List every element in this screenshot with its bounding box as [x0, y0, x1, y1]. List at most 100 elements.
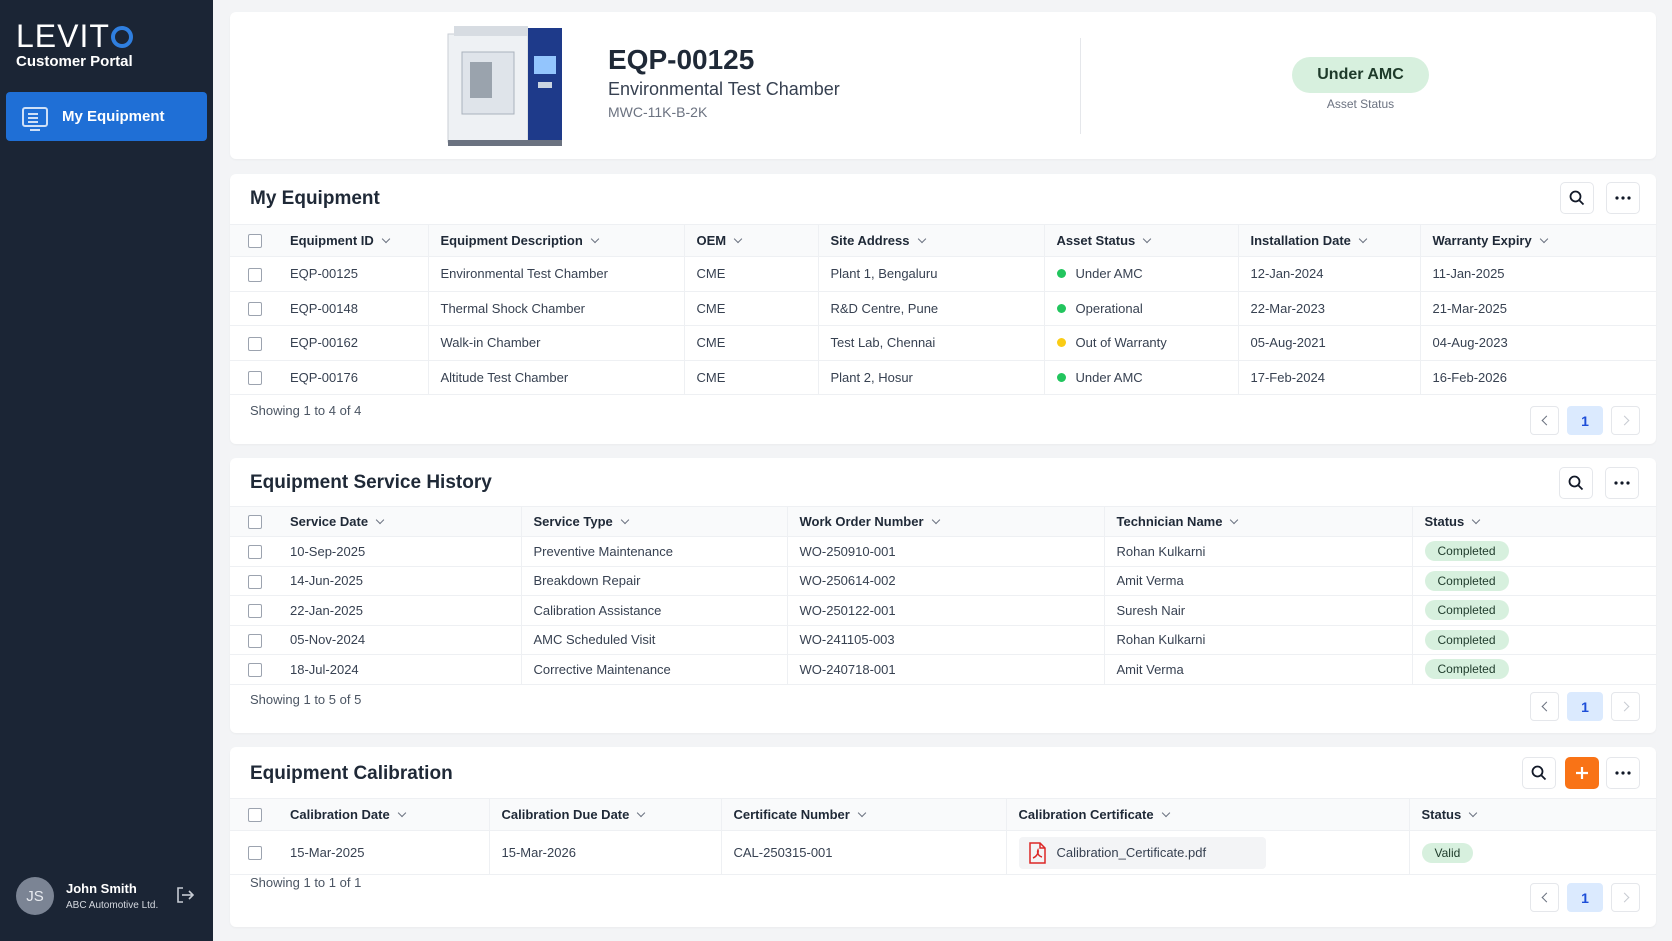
user-name: John Smith [66, 881, 137, 896]
prev-page-button[interactable] [1530, 883, 1559, 912]
column-header[interactable]: Status [1408, 798, 1656, 831]
table-row[interactable]: EQP-00162 Walk-in Chamber CME Test Lab, … [230, 325, 1656, 361]
table-row[interactable]: 15-Mar-2025 15-Mar-2026 CAL-250315-001 C… [230, 830, 1656, 875]
status-dot [1056, 338, 1066, 348]
column-header[interactable]: Calibration Certificate [1005, 798, 1409, 831]
column-header[interactable]: Equipment ID [278, 224, 428, 257]
select-all-checkbox[interactable] [230, 224, 278, 257]
cell-status: Completed [1411, 536, 1656, 567]
search-icon [1531, 765, 1547, 781]
my-equipment-card: My Equipment Equipment ID Equipment Desc… [230, 174, 1656, 444]
column-header[interactable]: Certificate Number [720, 798, 1006, 831]
search-button[interactable] [1522, 757, 1556, 789]
cell-service-date: 18-Jul-2024 [278, 654, 521, 685]
certificate-file-link[interactable]: Calibration_Certificate.pdf [1018, 836, 1267, 869]
column-header[interactable]: OEM [683, 224, 818, 257]
brand-subtitle: Customer Portal [16, 53, 133, 70]
select-all-checkbox[interactable] [230, 506, 278, 537]
row-checkbox[interactable] [230, 830, 278, 875]
column-header[interactable]: Service Type [520, 506, 787, 537]
user-profile[interactable]: JS John Smith ABC Automotive Ltd. [16, 877, 158, 915]
cell-technician: Rohan Kulkarni [1103, 625, 1412, 655]
cell-work-order: WO-240718-001 [786, 654, 1104, 685]
pagination-summary: Showing 1 to 1 of 1 [250, 875, 362, 890]
cell-technician: Suresh Nair [1103, 595, 1412, 626]
pdf-icon [1028, 841, 1046, 864]
next-page-button[interactable] [1611, 883, 1640, 912]
more-options-button[interactable] [1605, 467, 1639, 499]
add-calibration-button[interactable] [1565, 757, 1599, 789]
row-checkbox[interactable] [230, 595, 278, 626]
section-title: My Equipment [250, 188, 380, 209]
nav-item-my-equipment[interactable]: My Equipment [6, 92, 207, 141]
chevron-right-icon [1619, 892, 1629, 903]
cell-service-date: 22-Jan-2025 [278, 595, 521, 626]
row-checkbox[interactable] [230, 625, 278, 655]
search-button[interactable] [1560, 182, 1594, 214]
page-button[interactable]: 1 [1567, 406, 1603, 435]
page-button[interactable]: 1 [1567, 692, 1603, 721]
user-org: ABC Automotive Ltd. [66, 900, 159, 911]
logout-icon[interactable] [176, 887, 194, 903]
cell-technician: Amit Verma [1103, 566, 1412, 596]
column-header[interactable]: Service Date [278, 506, 521, 537]
cell-description: Altitude Test Chamber [427, 360, 684, 395]
cell-calibration-date: 15-Mar-2025 [278, 830, 489, 875]
chevron-left-icon [1541, 415, 1551, 426]
table-row[interactable]: EQP-00125 Environmental Test Chamber CME… [230, 256, 1656, 292]
prev-page-button[interactable] [1530, 692, 1559, 721]
column-header[interactable]: Site Address [817, 224, 1044, 257]
row-checkbox[interactable] [230, 536, 278, 567]
column-header[interactable]: Warranty Expiry [1419, 224, 1656, 257]
cell-status: Completed [1411, 566, 1656, 596]
select-all-checkbox[interactable] [230, 798, 278, 831]
cell-work-order: WO-250122-001 [786, 595, 1104, 626]
column-header[interactable]: Asset Status [1043, 224, 1238, 257]
more-options-button[interactable] [1606, 757, 1640, 789]
page-button[interactable]: 1 [1567, 883, 1603, 912]
cell-status: Completed [1411, 625, 1656, 655]
table-row[interactable]: 05-Nov-2024 AMC Scheduled Visit WO-24110… [230, 625, 1656, 655]
table-row[interactable]: 22-Jan-2025 Calibration Assistance WO-25… [230, 595, 1656, 626]
table-row[interactable]: 18-Jul-2024 Corrective Maintenance WO-24… [230, 654, 1656, 685]
row-checkbox[interactable] [230, 360, 278, 395]
cell-install-date: 17-Feb-2024 [1237, 360, 1420, 395]
table-row[interactable]: EQP-00176 Altitude Test Chamber CME Plan… [230, 360, 1656, 395]
table-row[interactable]: 10-Sep-2025 Preventive Maintenance WO-25… [230, 536, 1656, 567]
column-header[interactable]: Calibration Date [278, 798, 489, 831]
cell-work-order: WO-250910-001 [786, 536, 1104, 567]
row-checkbox[interactable] [230, 654, 278, 685]
row-checkbox[interactable] [230, 325, 278, 361]
search-button[interactable] [1559, 467, 1593, 499]
row-checkbox[interactable] [230, 566, 278, 596]
more-options-button[interactable] [1606, 182, 1640, 214]
column-header[interactable]: Work Order Number [786, 506, 1104, 537]
status-badge: Completed [1424, 600, 1509, 621]
table-row[interactable]: 14-Jun-2025 Breakdown Repair WO-250614-0… [230, 566, 1656, 596]
service-history-table: Service Date Service Type Work Order Num… [230, 506, 1656, 685]
column-header[interactable]: Calibration Due Date [488, 798, 721, 831]
prev-page-button[interactable] [1530, 406, 1559, 435]
next-page-button[interactable] [1611, 692, 1640, 721]
cell-equipment-id: EQP-00125 [278, 256, 428, 292]
cell-warranty: 21-Mar-2025 [1419, 291, 1656, 326]
more-icon [1615, 196, 1631, 200]
column-header[interactable]: Status [1411, 506, 1656, 537]
row-checkbox[interactable] [230, 291, 278, 326]
cell-asset-status: Operational [1043, 291, 1238, 326]
table-row[interactable]: EQP-00148 Thermal Shock Chamber CME R&D … [230, 291, 1656, 326]
column-header[interactable]: Equipment Description [427, 224, 684, 257]
cell-certificate: Calibration_Certificate.pdf [1005, 830, 1409, 875]
column-header[interactable]: Installation Date [1237, 224, 1420, 257]
column-header[interactable]: Technician Name [1103, 506, 1412, 537]
cell-service-date: 10-Sep-2025 [278, 536, 521, 567]
row-checkbox[interactable] [230, 256, 278, 292]
equipment-description: Environmental Test Chamber [608, 79, 840, 99]
cell-due-date: 15-Mar-2026 [488, 830, 721, 875]
avatar: JS [16, 877, 54, 915]
cell-description: Thermal Shock Chamber [427, 291, 684, 326]
cell-description: Environmental Test Chamber [427, 256, 684, 292]
status-dot [1056, 303, 1066, 313]
service-history-card: Equipment Service History Service Date S… [230, 458, 1656, 733]
next-page-button[interactable] [1611, 406, 1640, 435]
